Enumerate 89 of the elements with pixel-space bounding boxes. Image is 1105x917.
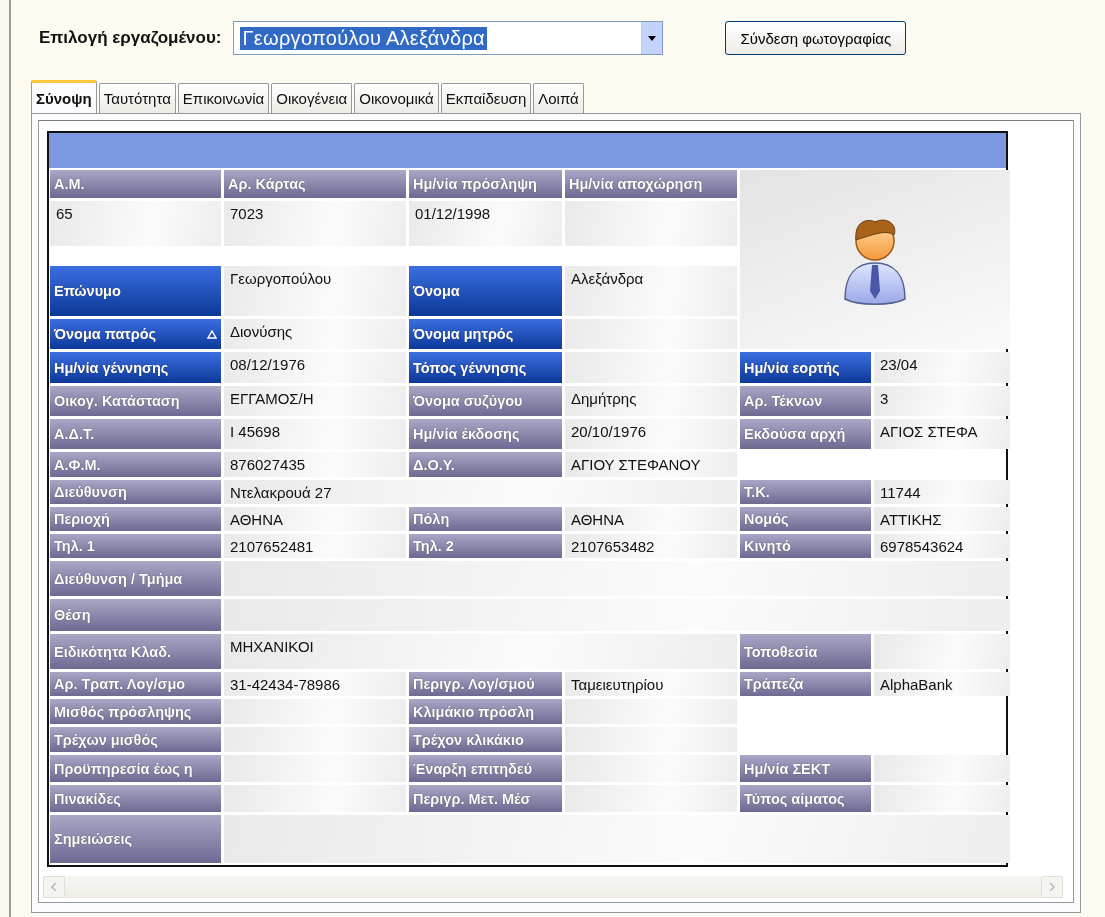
field-label: Όνομα — [409, 266, 562, 316]
field-label: Μισθός πρόσληψης — [50, 699, 221, 724]
field-label: Διεύθυνση — [50, 480, 221, 504]
field-label: Περιγρ. Λογ/σμού — [409, 672, 562, 696]
field-label: Όνομα πατρός — [50, 319, 221, 349]
field-label: Διεύθυνση / Τμήμα — [50, 561, 221, 596]
field-label: Τηλ. 1 — [50, 534, 221, 558]
field-label: Ημ/νία γέννησης — [50, 352, 221, 383]
field-label: Αρ. Τέκνων — [740, 386, 871, 416]
tab[interactable]: Εκπαίδευση — [440, 83, 532, 113]
scroll-left-button[interactable] — [43, 876, 65, 898]
field-label: Ημ/νία έκδοσης — [409, 419, 562, 449]
field-value: ΜΗΧΑΝΙΚΟΙ — [224, 634, 737, 669]
field-value: 6978543624 — [874, 534, 1010, 558]
field-value: Διονύσης — [224, 319, 406, 349]
field-label: Προϋπηρεσία έως η — [50, 755, 221, 782]
field-value: Αλεξάνδρα — [565, 266, 737, 316]
field-value: 65 — [50, 201, 221, 246]
field-label: Επώνυμο — [50, 266, 221, 316]
field-label: Νομός — [740, 507, 871, 531]
field-label: Δ.Ο.Υ. — [409, 452, 562, 477]
field-value: Γεωργοπούλου — [224, 266, 406, 316]
tab[interactable]: Ταυτότητα — [98, 83, 176, 113]
field-value: Ι 45698 — [224, 419, 406, 449]
field-label: Θέση — [50, 599, 221, 631]
field-label: Έναρξη επιτηδεύ — [409, 755, 562, 782]
field-value: Ταμειευτηρίου — [565, 672, 737, 696]
field-label: Κλιμάκιο πρόσλη — [409, 699, 562, 724]
field-value: Ντελακρουά 27 — [224, 480, 737, 504]
employee-label: Επιλογή εργαζομένου: — [39, 28, 222, 48]
scroll-right-button[interactable] — [1041, 876, 1063, 898]
field-value: ΑΤΤΙΚΗΣ — [874, 507, 1010, 531]
chevron-right-icon — [1049, 882, 1055, 892]
field-label: Α.Μ. — [50, 170, 221, 198]
dropdown-arrow-icon — [648, 35, 657, 41]
field-value: 7023 — [224, 201, 406, 246]
field-label: Α.Δ.Τ. — [50, 419, 221, 449]
field-value: ΑΘΗΝΑ — [565, 507, 737, 531]
field-value: 876027435 — [224, 452, 406, 477]
field-label: Τύπος αίματος — [740, 785, 871, 812]
field-value: 2107652481 — [224, 534, 406, 558]
horizontal-scrollbar[interactable] — [43, 876, 1063, 898]
link-photo-button[interactable]: Σύνδεση φωτογραφίας — [725, 21, 907, 55]
field-value: 3 — [874, 386, 1010, 416]
tab[interactable]: Οικονομικά — [354, 83, 439, 113]
field-value: 08/12/1976 — [224, 352, 406, 383]
field-label: Ημ/νία αποχώρηση — [565, 170, 737, 198]
field-label: Τόπος γέννησης — [409, 352, 562, 383]
employee-dropdown[interactable]: Γεωργοπούλου Αλεξάνδρα — [233, 21, 664, 55]
field-label: Οικογ. Κατάσταση — [50, 386, 221, 416]
chevron-left-icon — [51, 882, 57, 892]
tab[interactable]: Σύνοψη — [31, 80, 97, 113]
field-label: Ημ/νία ΣΕΚΤ — [740, 755, 871, 782]
field-label: Όνομα συζύγου — [409, 386, 562, 416]
field-label: Εκδούσα αρχή — [740, 419, 871, 449]
field-label: Σημειώσεις — [50, 815, 221, 863]
field-label: Περιγρ. Μετ. Μέσ — [409, 785, 562, 812]
field-value: 01/12/1998 — [409, 201, 562, 246]
field-label: Πόλη — [409, 507, 562, 531]
field-value: ΑΓΙΟΥ ΣΤΕΦΑΝΟΥ — [565, 452, 737, 477]
field-label: Όνομα μητρός — [409, 319, 562, 349]
field-label: Πινακίδες — [50, 785, 221, 812]
field-label: Τράπεζα — [740, 672, 871, 696]
field-label: Α.Φ.Μ. — [50, 452, 221, 477]
field-label: Ημ/νία εορτής — [740, 352, 871, 383]
field-value: 11744 — [874, 480, 1010, 504]
tab[interactable]: Λοιπά — [533, 83, 584, 113]
tab[interactable]: Επικοινωνία — [177, 83, 270, 113]
field-label: Ημ/νία πρόσληψη — [409, 170, 562, 198]
field-label: Τρέχον κλικάκιο — [409, 727, 562, 752]
field-label: Κινητό — [740, 534, 871, 558]
field-label: Αρ. Τραπ. Λογ/σμο — [50, 672, 221, 696]
field-value: ΕΓΓΑΜΟΣ/Η — [224, 386, 406, 416]
field-value: 23/04 — [874, 352, 1010, 383]
field-value: AlphaBank — [874, 672, 1010, 696]
field-value: 31-42434-78986 — [224, 672, 406, 696]
field-label: Τρέχων μισθός — [50, 727, 221, 752]
field-value: 2107653482 — [565, 534, 737, 558]
field-label: Περιοχή — [50, 507, 221, 531]
field-label: Τηλ. 2 — [409, 534, 562, 558]
field-label: Αρ. Κάρτας — [224, 170, 406, 198]
field-value: ΑΓΙΟΣ ΣΤΕΦΑ — [874, 419, 1010, 449]
field-value: ΑΘΗΝΑ — [224, 507, 406, 531]
field-label: Ειδικότητα Κλαδ. — [50, 634, 221, 669]
field-value: Δημήτρης — [565, 386, 737, 416]
field-value: 20/10/1976 — [565, 419, 737, 449]
field-label: Τ.Κ. — [740, 480, 871, 504]
field-label: Τοποθεσία — [740, 634, 871, 669]
tab[interactable]: Οικογένεια — [271, 83, 353, 113]
